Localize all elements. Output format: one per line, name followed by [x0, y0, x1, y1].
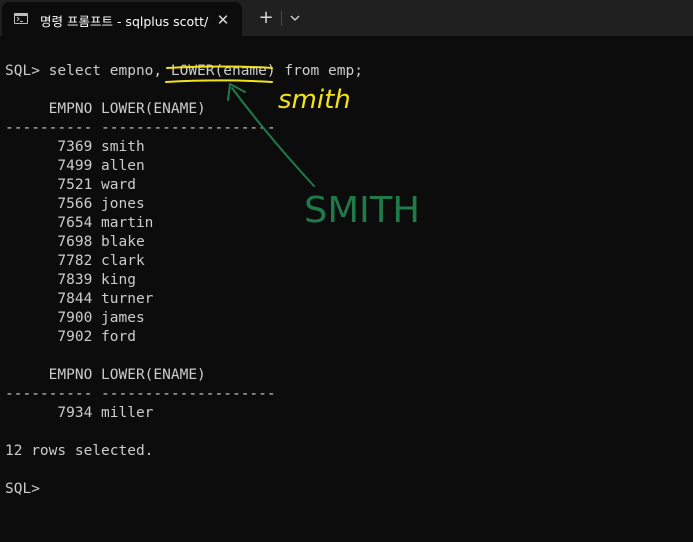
- terminal-line: 7566 jones: [5, 196, 145, 212]
- terminal-line: 7844 turner: [5, 291, 154, 307]
- terminal-line: 7499 allen: [5, 158, 145, 174]
- chevron-down-icon[interactable]: [285, 7, 305, 29]
- tab-command-prompt[interactable]: 명령 프롬프트 - sqlplus scott/ ✕: [2, 2, 242, 36]
- terminal-line: 7654 martin: [5, 215, 154, 231]
- tab-bar: 명령 프롬프트 - sqlplus scott/ ✕ +: [0, 0, 693, 36]
- terminal-line: 7902 ford: [5, 329, 136, 345]
- terminal-line: 7934 miller: [5, 405, 154, 421]
- terminal-line: SQL>: [5, 481, 40, 497]
- terminal-line: SQL> select empno, LOWER(ename) from emp…: [5, 63, 363, 79]
- terminal-line: EMPNO LOWER(ENAME): [5, 101, 206, 117]
- terminal-output[interactable]: SQL> select empno, LOWER(ename) from emp…: [0, 36, 693, 542]
- tab-title: 명령 프롬프트 - sqlplus scott/: [40, 14, 209, 29]
- terminal-line: 7900 james: [5, 310, 145, 326]
- terminal-line: 7521 ward: [5, 177, 136, 193]
- terminal-line: EMPNO LOWER(ENAME): [5, 367, 206, 383]
- terminal-line: 7369 smith: [5, 139, 145, 155]
- new-tab-button[interactable]: +: [255, 7, 277, 29]
- terminal-line: 12 rows selected.: [5, 443, 154, 459]
- tab-divider: [281, 11, 282, 26]
- terminal-line: 7782 clark: [5, 253, 145, 269]
- close-icon[interactable]: ✕: [212, 9, 234, 31]
- terminal-line: ---------- --------------------: [5, 120, 276, 136]
- terminal-line: ---------- --------------------: [5, 386, 276, 402]
- terminal-line: 7839 king: [5, 272, 136, 288]
- terminal-icon: [14, 13, 28, 24]
- terminal-line: 7698 blake: [5, 234, 145, 250]
